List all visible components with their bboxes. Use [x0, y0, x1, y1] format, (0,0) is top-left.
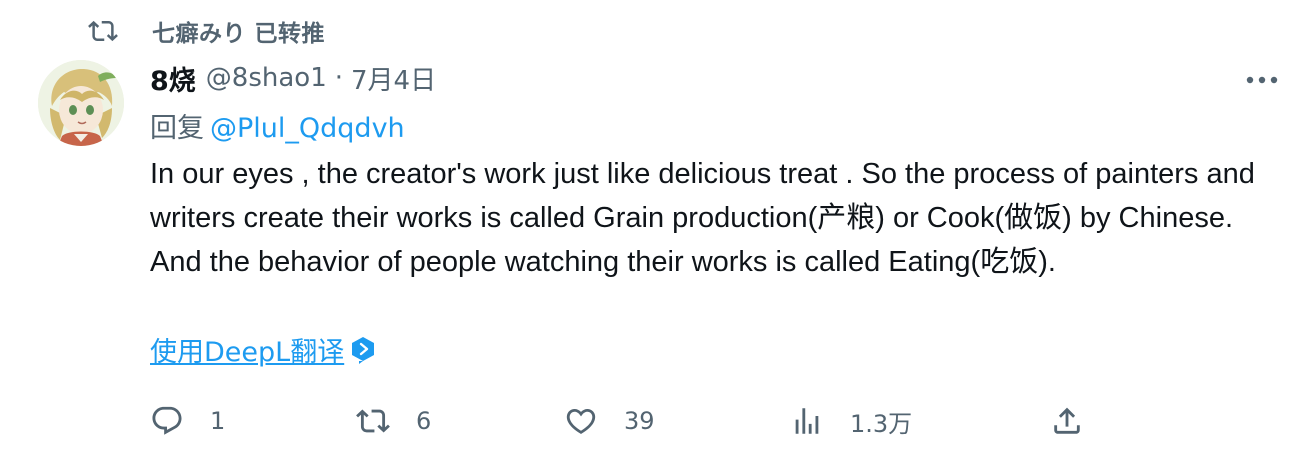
reply-context: 回复 @Plul_Qdqdvh [150, 106, 405, 145]
retweet-context: 七癖みり 已转推 [88, 14, 325, 48]
share-button[interactable] [1050, 396, 1084, 446]
views-button[interactable]: 1.3万 [790, 396, 912, 446]
views-icon [790, 404, 824, 438]
tweet-body: In our eyes , the creator's work just li… [150, 158, 1255, 278]
translate-row: 使用DeepL翻译 [150, 330, 376, 369]
reply-button[interactable]: 1 [150, 396, 225, 446]
author-display-name[interactable]: 8烧 [150, 59, 196, 98]
action-bar: 1 6 39 1.3万 [150, 396, 1280, 446]
more-button[interactable] [1242, 66, 1282, 94]
more-icon [1244, 71, 1280, 90]
tweet-header: 8烧 @8shao1 · 7月4日 [150, 58, 436, 98]
deepl-icon [350, 336, 376, 364]
tweet-card[interactable]: 七癖みり 已转推 8烧 @8shao1 · 7月4日 回复 @Plul_Qdqd… [0, 0, 1304, 466]
translate-link[interactable]: 使用DeepL翻译 [150, 330, 344, 369]
author-handle[interactable]: @8shao1 [206, 63, 327, 93]
reply-mention-link[interactable]: @Plul_Qdqdvh [210, 113, 405, 144]
avatar[interactable] [38, 60, 124, 146]
share-icon [1050, 404, 1084, 438]
retweet-icon [356, 404, 390, 438]
retweet-icon [88, 16, 118, 46]
reply-icon [150, 404, 184, 438]
reply-count: 1 [210, 407, 226, 435]
retweet-count: 6 [416, 407, 432, 435]
retweet-button[interactable]: 6 [356, 396, 431, 446]
heart-icon [564, 404, 598, 438]
tweet-date[interactable]: 7月4日 [351, 60, 436, 97]
like-button[interactable]: 39 [564, 396, 655, 446]
views-count: 1.3万 [850, 409, 913, 438]
retweet-context-text[interactable]: 七癖みり 已转推 [152, 14, 325, 48]
reply-prefix: 回复 [150, 113, 204, 144]
like-count: 39 [624, 407, 655, 435]
header-separator: · [334, 63, 344, 93]
